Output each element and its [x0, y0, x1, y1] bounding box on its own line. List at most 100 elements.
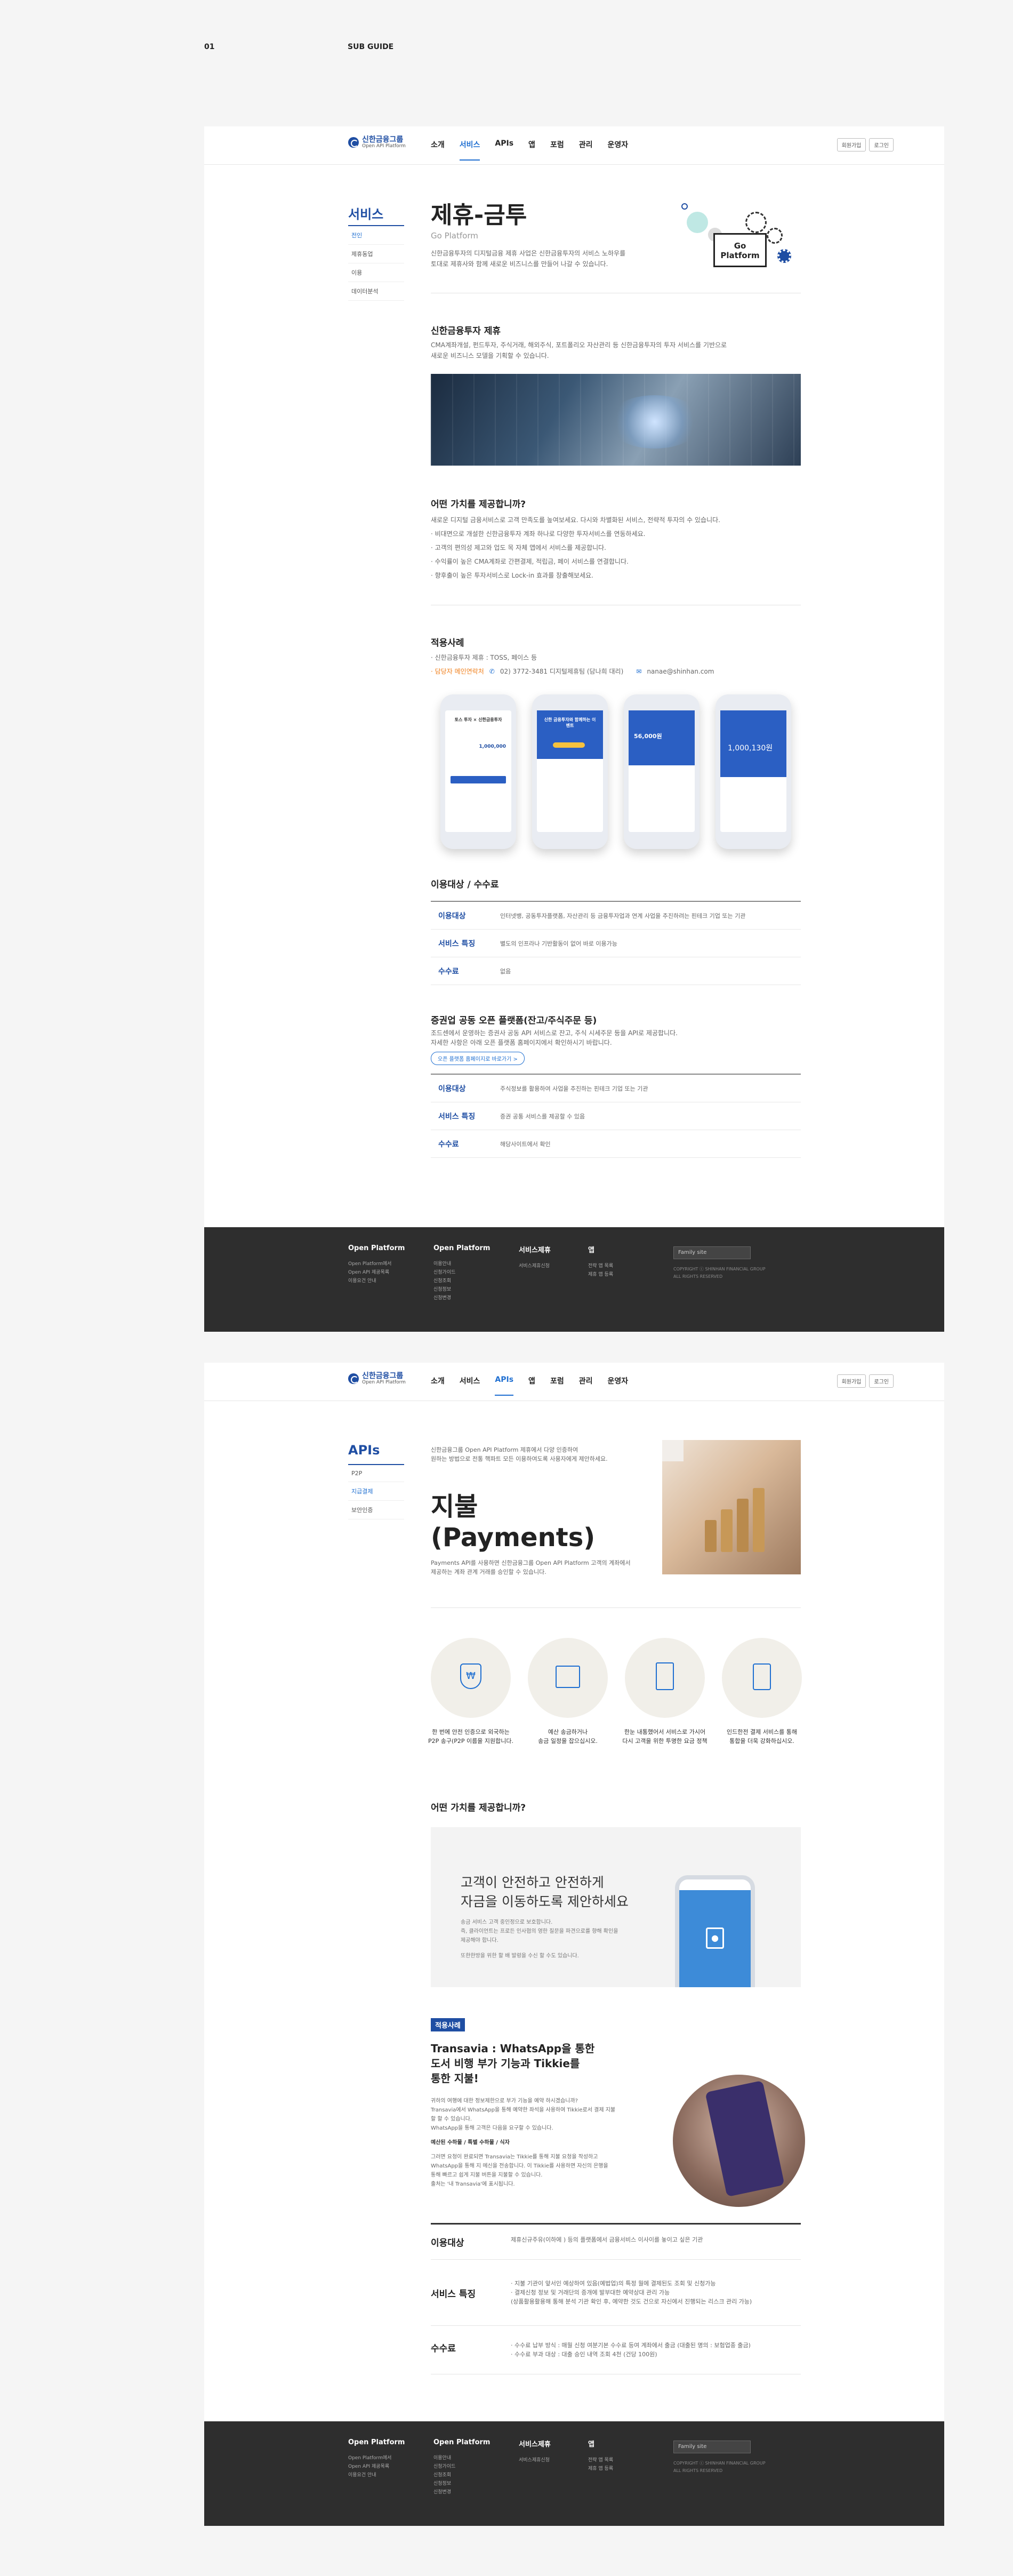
open-platform-link-button[interactable]: 오픈 플랫폼 홈페이지로 바로가기 >: [431, 1052, 525, 1065]
menu-apis[interactable]: APIs: [495, 139, 513, 161]
value-bullet: · 향후출이 높은 투자서비스로 Lock-in 효과를 창출해보세요.: [431, 572, 593, 579]
value-body: 송금 서비스 고객 중인정으로 보호합니다. 즉, 클라이언트는 프로든 인사협의…: [461, 1919, 618, 1959]
brand-logo[interactable]: 신한금융그룹 Open API Platform: [348, 136, 406, 149]
phone-icon: ✆: [489, 668, 495, 675]
menu-apis[interactable]: APIs: [495, 1375, 514, 1396]
gear-icon: [767, 228, 783, 244]
sidebar-item[interactable]: 전인: [348, 226, 404, 245]
info2-table: 이용대상 주식정보를 활용하여 사업을 추진하는 핀테크 기업 또는 기관 서비스…: [431, 1074, 801, 1158]
lock-icon: ●: [706, 1927, 724, 1949]
feature-label: 한 번에 안전 인증으로 외국하는 P2P 송구(P2P 이름을 지원합니다.: [428, 1729, 513, 1745]
footer: Open Platform Open Platform에서 Open API 제공목…: [204, 2421, 944, 2526]
copyright: COPYRIGHT ⓒ SHINHAN FINANCIAL GROUP ALL R…: [673, 1267, 766, 1279]
signup-button[interactable]: 회원가입: [837, 138, 866, 151]
page-service-goplatform: 신한금융그룹 Open API Platform 소개 서비스 APIs 앱 포…: [204, 126, 944, 1332]
info1-title: 이용대상 / 수수료: [431, 879, 499, 890]
partner-banner-image: [431, 374, 801, 466]
menu-intro[interactable]: 소개: [431, 139, 445, 161]
menu-service[interactable]: 서비스: [460, 1375, 480, 1396]
menu-intro[interactable]: 소개: [431, 1375, 445, 1396]
main-content: 신한금융그룹 Open API Platform 제휴에서 다양 인증하여 원하는…: [428, 1440, 805, 2374]
menu-forum[interactable]: 포럼: [550, 139, 564, 161]
menu-forum[interactable]: 포럼: [550, 1375, 564, 1396]
value-bullet: · 고객의 편의성 제고와 업도 목 자체 앱에서 서비스를 제공합니다.: [431, 544, 607, 551]
page-apis-payments: 신한금융그룹 Open API Platform 소개 서비스 APIs 앱 포…: [204, 1363, 944, 2526]
brand-logo[interactable]: 신한금융그룹 Open API Platform: [348, 1372, 406, 1385]
document-icon: [625, 1638, 705, 1718]
cases-line: · 신한금융투자 제휴 : TOSS, 페이스 등: [431, 654, 537, 661]
go-platform-box: Go Platform: [713, 233, 767, 267]
value-title: 어떤 가치를 제공합니까?: [431, 1803, 526, 1813]
phone-mockup: 56,000원: [624, 694, 700, 849]
shinhan-logo-icon: [348, 1373, 359, 1384]
case-phone-image: [673, 2075, 805, 2207]
feature-label: 예산 송금하거나 송금 일정을 잡으십시오.: [538, 1729, 598, 1745]
menu-app[interactable]: 앱: [528, 139, 535, 161]
sidebar-item[interactable]: P2P: [348, 1465, 404, 1482]
go-platform-illustration: Go Platform: [676, 196, 804, 281]
feature-label: 한눈 내통했어서 서비스로 가시어 다시 고객을 위한 투명한 요금 정책: [622, 1729, 708, 1745]
login-button[interactable]: 로그인: [869, 1374, 894, 1388]
wallet-card-icon: [722, 1638, 802, 1718]
sidebar-menu: 전인 제휴동업 이용 데이터분석: [348, 225, 404, 301]
gear-icon: [777, 249, 791, 263]
value-bullet: · 수익률이 높은 CMA계좌로 간편결제, 적립금, 페이 서비스를 연결합니…: [431, 558, 629, 565]
value-card: 고객이 안전하고 안전하게 자금을 이동하도록 제안하세요 송금 서비스 고객 중…: [431, 1827, 801, 1987]
mail-icon: ✉: [636, 668, 642, 675]
menu-app[interactable]: 앱: [528, 1375, 535, 1396]
info2-lead: 조드센에서 운영하는 증권사 공동 API 서비스로 잔고, 주식 시세주문 등…: [431, 1029, 678, 1037]
sidebar-item[interactable]: 지급결제: [348, 1482, 404, 1501]
family-site-select[interactable]: Family site: [673, 2441, 751, 2453]
menu-operator[interactable]: 운영자: [607, 1375, 628, 1396]
feature-label: 인드한전 결제 서비스를 통해 통합을 더욱 강화하십시오.: [727, 1729, 797, 1745]
copyright: COPYRIGHT ⓒ SHINHAN FINANCIAL GROUP ALL R…: [673, 2461, 766, 2473]
info2-lead: 자세한 사항은 아래 오픈 플랫폼 홈페이지에서 확인하시기 바랍니다.: [431, 1039, 612, 1046]
menu-manage[interactable]: 관리: [579, 139, 593, 161]
info1-table: 이용대상 인터넷뱅, 공동투자플랫폼, 자산관리 등 금융투자업과 연계 사업을 …: [431, 901, 801, 985]
sidebar-title: 서비스: [348, 207, 384, 222]
partner-title: 신한금융투자 제휴: [431, 326, 501, 337]
top-navigation: 신한금융그룹 Open API Platform 소개 서비스 APIs 앱 포…: [204, 126, 944, 165]
value-headline: 고객이 안전하고 안전하게 자금을 이동하도록 제안하세요: [461, 1875, 629, 1909]
menu-service[interactable]: 서비스: [459, 139, 480, 161]
case-body: 귀하의 여행에 대한 정보제한으로 부가 기능을 예약 하시겠습니까? Trans…: [431, 2098, 616, 2187]
phone-mockup: ●: [675, 1875, 755, 1987]
main-menu: 소개 서비스 APIs 앱 포럼 관리 운영자: [431, 139, 628, 161]
won-shield-icon: ₩: [431, 1638, 511, 1718]
case-tag: 적용사례: [431, 2018, 465, 2031]
value-lead: 새로운 디지털 금융서비스로 고객 만족도를 높여보세요. 다시와 차별화된 서…: [431, 516, 720, 524]
shinhan-logo-icon: [348, 137, 359, 148]
guide-title: SUB GUIDE: [348, 43, 394, 51]
brand-sub: Open API Platform: [362, 1380, 406, 1385]
family-site-select[interactable]: Family site: [673, 1246, 751, 1259]
brand-name: 신한금융그룹: [362, 1372, 404, 1380]
sidebar-menu: P2P 지급결제 보안인증: [348, 1464, 404, 1519]
sidebar-item[interactable]: 제휴동업: [348, 245, 404, 263]
brand-sub: Open API Platform: [362, 143, 406, 149]
feature-icons: ₩ 한 번에 안전 인증으로 외국하는 P2P 송구(P2P 이름을 지원합니다.…: [428, 1638, 802, 1771]
partner-desc: CMA계좌개설, 펀드투자, 주식거래, 해외주식, 포트폴리오 자산관리 등 …: [431, 341, 727, 359]
sidebar-item[interactable]: 데이터분석: [348, 282, 404, 301]
login-button[interactable]: 로그인: [869, 138, 894, 151]
phone-mockup: 신한 금융투자와 함께하는 이벤트: [532, 694, 608, 849]
phone-mockup: 토스 투자 × 신한금융투자 1,000,000: [440, 694, 516, 849]
menu-manage[interactable]: 관리: [579, 1375, 593, 1396]
signup-button[interactable]: 회원가입: [837, 1374, 866, 1388]
sidebar-item[interactable]: 이용: [348, 263, 404, 282]
gear-icon: [745, 212, 767, 233]
main-content: 제휴-금투 Go Platform 신한금융투자의 디지털금융 제휴 사업은 신…: [431, 201, 801, 1158]
cases-title: 적용사례: [431, 638, 464, 649]
contact-email[interactable]: nanae@shinhan.com: [647, 665, 714, 678]
menu-operator[interactable]: 운영자: [607, 139, 628, 161]
sidebar-title: APIs: [348, 1443, 380, 1458]
brand-name: 신한금융그룹: [362, 135, 404, 144]
value-bullet: · 비대면으로 개설한 신한금융투자 계좌 하나로 다양한 투자서비스를 연동하…: [431, 530, 646, 538]
guide-number: 01: [204, 43, 215, 51]
footer: Open Platform Open Platform에서 Open API 제공목…: [204, 1227, 944, 1332]
top-navigation: 신한금융그룹 Open API Platform 소개 서비스 APIs 앱 포…: [204, 1363, 944, 1401]
phone-mockup: 1,000,130원: [715, 694, 791, 849]
calendar-won-icon: [528, 1638, 608, 1718]
phone-screens: 토스 투자 × 신한금융투자 1,000,000 신한 금융투자와 함께하는 이…: [431, 694, 801, 849]
payments-hero-image: [662, 1440, 801, 1574]
sidebar-item[interactable]: 보안인증: [348, 1501, 404, 1519]
